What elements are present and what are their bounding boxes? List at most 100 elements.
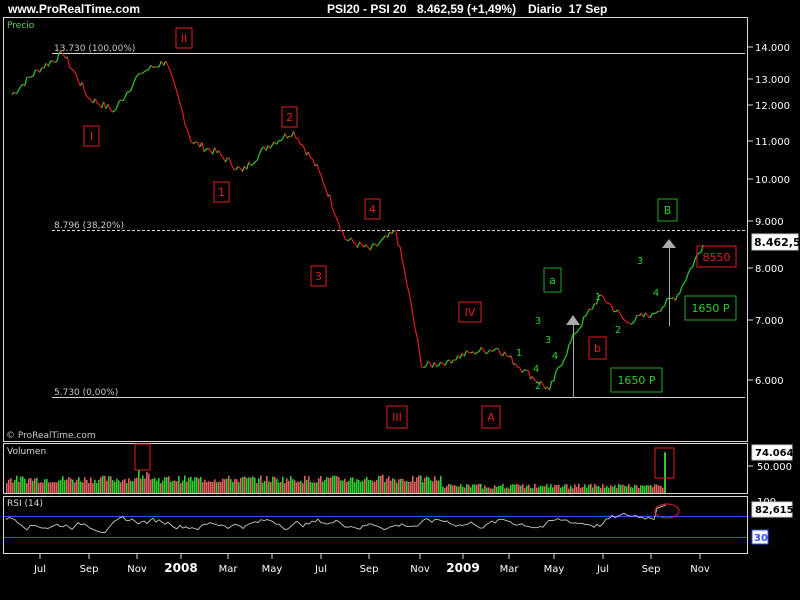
- volume-bar: [236, 479, 238, 493]
- volume-bar: [636, 485, 638, 493]
- volume-bar: [502, 483, 504, 493]
- volume-bar: [534, 483, 536, 493]
- volume-bar: [350, 477, 352, 493]
- volume-bar: [650, 485, 652, 493]
- x-tick-label: 2009: [446, 561, 479, 575]
- y-tick-label: 12.000: [755, 101, 790, 112]
- volume-bar: [568, 488, 570, 493]
- volume-bar: [150, 479, 152, 493]
- volume-bar: [108, 476, 110, 493]
- volume-bar: [290, 476, 292, 493]
- volume-bar: [284, 483, 286, 493]
- volume-bar: [654, 484, 656, 493]
- volume-bar: [126, 483, 128, 493]
- volume-bar: [256, 483, 258, 493]
- y-tick-label: 8.000: [755, 264, 784, 275]
- volume-bar: [252, 476, 254, 493]
- volume-bar: [210, 481, 212, 493]
- volume-bar: [360, 481, 362, 493]
- volume-bar: [542, 486, 544, 493]
- volume-bar: [174, 480, 176, 493]
- volume-bar: [482, 488, 484, 493]
- count-label: 3: [637, 256, 643, 267]
- volume-bar: [372, 481, 374, 493]
- volume-bar: [622, 484, 624, 493]
- volume-bar: [16, 475, 18, 493]
- volume-bar: [642, 485, 644, 493]
- wave-label-a: a: [549, 274, 556, 287]
- volume-bar: [322, 481, 324, 493]
- volume-bar: [532, 488, 534, 493]
- volume-current-value: 74.064: [755, 448, 794, 459]
- volume-bar: [94, 479, 96, 493]
- volume-bar: [320, 476, 322, 493]
- volume-bar: [652, 487, 654, 493]
- volume-bar: [554, 485, 556, 493]
- volume-bar: [514, 484, 516, 493]
- volume-bar: [598, 486, 600, 493]
- volume-bar: [160, 483, 162, 493]
- volume-bar: [478, 483, 480, 493]
- volume-bar: [162, 480, 164, 493]
- volume-bar: [600, 488, 602, 493]
- volume-bar: [462, 486, 464, 493]
- volume-bar: [596, 485, 598, 493]
- volume-bar: [258, 478, 260, 493]
- y-tick-label: 13.000: [755, 75, 790, 86]
- volume-bar: [230, 479, 232, 493]
- x-tick-label: Nov: [410, 564, 430, 575]
- volume-bar: [302, 483, 304, 493]
- volume-bar: [664, 452, 666, 493]
- volume-bar: [382, 474, 384, 493]
- volume-bar: [528, 484, 530, 493]
- price-segment: [653, 312, 657, 315]
- volume-bar: [132, 481, 134, 493]
- volume-bar: [338, 477, 340, 493]
- wave-label-II: II: [181, 32, 188, 45]
- volume-bar: [112, 480, 114, 493]
- volume-bar: [90, 477, 92, 493]
- volume-bar: [406, 481, 408, 493]
- volume-bar: [26, 483, 28, 493]
- volume-bar: [634, 484, 636, 493]
- volume-bar: [308, 476, 310, 493]
- volume-bar: [566, 484, 568, 493]
- volume-bar: [74, 482, 76, 493]
- volume-bar: [156, 480, 158, 493]
- rsi-current-value: 82,615: [755, 505, 794, 516]
- volume-bar: [588, 484, 590, 493]
- volume-bar: [116, 478, 118, 493]
- volume-bar: [242, 477, 244, 493]
- volume-bar: [142, 475, 144, 493]
- volume-bar: [164, 477, 166, 493]
- volume-bar: [580, 487, 582, 493]
- x-tick-label: Jul: [33, 564, 46, 575]
- volume-bar: [260, 475, 262, 493]
- volume-bar: [474, 484, 476, 493]
- volume-bar: [428, 477, 430, 493]
- volume-bar: [376, 479, 378, 493]
- volume-bar: [240, 478, 242, 493]
- price-segment: [152, 66, 156, 69]
- volume-bar: [218, 481, 220, 493]
- volume-bar: [368, 480, 370, 493]
- volume-bar: [40, 482, 42, 493]
- volume-bar: [130, 481, 132, 493]
- volume-bar: [172, 480, 174, 493]
- volume-bar: [452, 485, 454, 493]
- volume-bar: [228, 475, 230, 493]
- volume-bar: [550, 484, 552, 493]
- volume-bar: [244, 476, 246, 493]
- volume-bar: [208, 481, 210, 493]
- volume-bar: [86, 480, 88, 493]
- volume-bar: [306, 480, 308, 493]
- volume-bar: [82, 482, 84, 493]
- volume-bar: [192, 480, 194, 493]
- volume-bar: [58, 480, 60, 493]
- wave-label-B: B: [664, 204, 672, 217]
- volume-bar: [52, 482, 54, 493]
- volume-bar: [464, 487, 466, 493]
- volume-bar: [226, 478, 228, 493]
- price-segment: [156, 65, 160, 68]
- volume-bar: [536, 487, 538, 493]
